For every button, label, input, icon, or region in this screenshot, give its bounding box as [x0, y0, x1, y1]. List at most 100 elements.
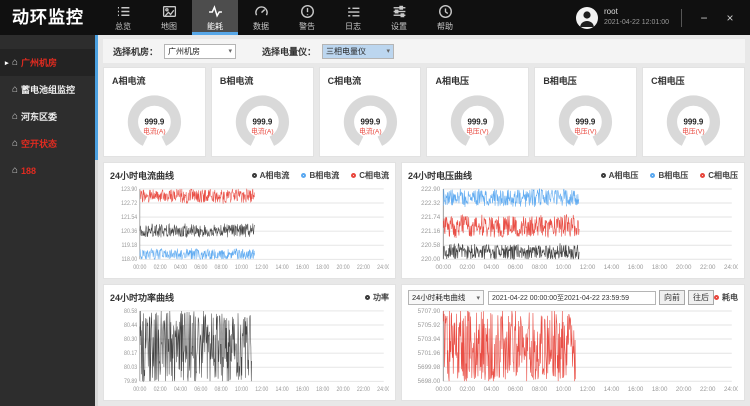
content-scrollbar[interactable] [95, 35, 98, 406]
chart-grid: 24小时电流曲线A相电流B相电流C相电流123.90122.72121.5412… [103, 162, 745, 401]
gauge-title: C相电流 [320, 68, 421, 87]
svg-text:79.89: 79.89 [124, 379, 137, 385]
gauge-unit: 电流(A) [359, 127, 382, 136]
legend-label: C相电压 [708, 170, 738, 181]
svg-text:80.17: 80.17 [124, 351, 137, 357]
svg-text:5707.90: 5707.90 [418, 308, 441, 315]
legend-ring-icon [252, 173, 257, 178]
curve-type-value: 24小时耗电曲线 [412, 292, 465, 303]
sidebar-item-5[interactable]: ⌂188 [0, 157, 95, 184]
room-select[interactable]: 广州机房 ▾ [164, 44, 236, 59]
gauge-title: B相电流 [212, 68, 313, 87]
nav-item-alert[interactable]: 警告 [284, 0, 330, 35]
svg-text:08:00: 08:00 [215, 387, 228, 393]
svg-text:04:00: 04:00 [484, 264, 500, 271]
nav-item-log[interactable]: 日志 [330, 0, 376, 35]
legend-item[interactable]: A相电压 [601, 170, 639, 181]
chart-panel-2: 24小时电压曲线A相电压B相电压C相电压222.90222.32221.7422… [401, 162, 745, 279]
legend-item[interactable]: A相电流 [252, 170, 290, 181]
close-button[interactable]: × [720, 11, 740, 25]
backward-button[interactable]: 向前 [659, 290, 685, 305]
gauge-card-3: C相电流999.9电流(A) [319, 67, 422, 157]
sidebar-item-2[interactable]: ⌂蓄电池组监控 [0, 76, 95, 103]
svg-text:122.72: 122.72 [121, 201, 137, 207]
curve-type-select[interactable]: 24小时耗电曲线▾ [408, 290, 484, 305]
meter-select[interactable]: 三相电量仪 ▾ [322, 44, 394, 59]
nav-label: 设置 [391, 21, 407, 32]
svg-text:14:00: 14:00 [604, 264, 620, 271]
nav-item-help[interactable]: 帮助 [422, 0, 468, 35]
nav-label: 帮助 [437, 21, 453, 32]
chart-legend: 耗电 [714, 292, 738, 303]
svg-text:02:00: 02:00 [154, 265, 167, 271]
minimize-button[interactable]: − [694, 11, 714, 25]
svg-text:24:00: 24:00 [724, 264, 738, 271]
forward-button[interactable]: 往后 [688, 290, 714, 305]
gauge-card-5: B相电压999.9电压(V) [534, 67, 637, 157]
scrollbar-thumb[interactable] [95, 35, 98, 160]
chart-legend: 功率 [365, 292, 389, 303]
legend-label: C相电流 [359, 170, 389, 181]
nav-label: 能耗 [207, 21, 223, 32]
legend-ring-icon [301, 173, 306, 178]
svg-text:12:00: 12:00 [255, 387, 268, 393]
svg-text:80.30: 80.30 [124, 337, 137, 343]
svg-text:16:00: 16:00 [296, 265, 309, 271]
room-select-label: 选择机房： [113, 45, 158, 58]
nav-item-wave[interactable]: 能耗 [192, 0, 238, 35]
svg-text:5705.92: 5705.92 [418, 322, 441, 329]
user-avatar[interactable] [576, 7, 598, 29]
legend-ring-icon [714, 295, 719, 300]
gauge-icon [254, 4, 269, 19]
home-icon: ⌂ [12, 111, 18, 122]
svg-text:18:00: 18:00 [652, 264, 668, 271]
room-select-value: 广州机房 [168, 46, 200, 57]
help-icon [438, 4, 453, 19]
legend-item[interactable]: C相电流 [351, 170, 389, 181]
nav-item-map[interactable]: 地图 [146, 0, 192, 35]
chart-canvas: 5707.905705.925703.945701.965699.985698.… [408, 306, 738, 398]
legend-item[interactable]: B相电压 [650, 170, 688, 181]
datetime: 2021-04-22 12:01:00 [604, 18, 669, 27]
gauge-arc: 999.9电流(A) [320, 87, 421, 149]
chart-panel-3: 24小时功率曲线功率80.5880.4480.3080.1780.0379.89… [103, 284, 396, 401]
sidebar-item-1[interactable]: ▸⌂广州机房 [0, 49, 95, 76]
date-range-input[interactable] [488, 291, 656, 305]
sidebar-item-3[interactable]: ⌂河东区委 [0, 103, 95, 130]
gauge-value: 999.9 [252, 117, 272, 126]
svg-text:220.00: 220.00 [421, 256, 441, 263]
legend-label: B相电压 [658, 170, 688, 181]
svg-text:221.74: 221.74 [421, 214, 441, 221]
gauge-unit: 电压(V) [467, 127, 490, 136]
svg-text:02:00: 02:00 [154, 387, 167, 393]
chart-header: 24小时电流曲线A相电流B相电流C相电流 [110, 167, 389, 184]
legend-ring-icon [650, 173, 655, 178]
app-title: 动环监控 [0, 0, 100, 35]
gauge-arc: 999.9电压(V) [643, 87, 744, 149]
legend-item[interactable]: B相电流 [301, 170, 339, 181]
gauge-value: 999.9 [468, 117, 488, 126]
legend-item[interactable]: 耗电 [714, 292, 738, 303]
sidebar-item-4[interactable]: ⌂空开状态 [0, 130, 95, 157]
nav-item-gauge[interactable]: 数据 [238, 0, 284, 35]
svg-text:119.18: 119.18 [122, 243, 138, 249]
svg-text:14:00: 14:00 [276, 387, 289, 393]
svg-text:14:00: 14:00 [276, 265, 289, 271]
legend-item[interactable]: 功率 [365, 292, 389, 303]
svg-text:5701.96: 5701.96 [418, 350, 441, 357]
svg-text:06:00: 06:00 [508, 386, 524, 393]
svg-text:12:00: 12:00 [580, 386, 596, 393]
nav-item-list[interactable]: 总览 [100, 0, 146, 35]
gauge-card-6: C相电压999.9电压(V) [642, 67, 745, 157]
svg-text:04:00: 04:00 [174, 387, 187, 393]
main-content: 选择机房： 广州机房 ▾ 选择电量仪： 三相电量仪 ▾ A相电流999.9电流(… [98, 35, 750, 406]
nav-label: 总览 [115, 21, 131, 32]
svg-text:118.00: 118.00 [122, 257, 138, 263]
nav-item-sliders[interactable]: 设置 [376, 0, 422, 35]
gauge-value: 999.9 [360, 117, 380, 126]
sidebar-item-label: 蓄电池组监控 [21, 83, 75, 96]
log-icon [346, 4, 361, 19]
legend-ring-icon [700, 173, 705, 178]
svg-text:06:00: 06:00 [194, 387, 207, 393]
legend-item[interactable]: C相电压 [700, 170, 738, 181]
